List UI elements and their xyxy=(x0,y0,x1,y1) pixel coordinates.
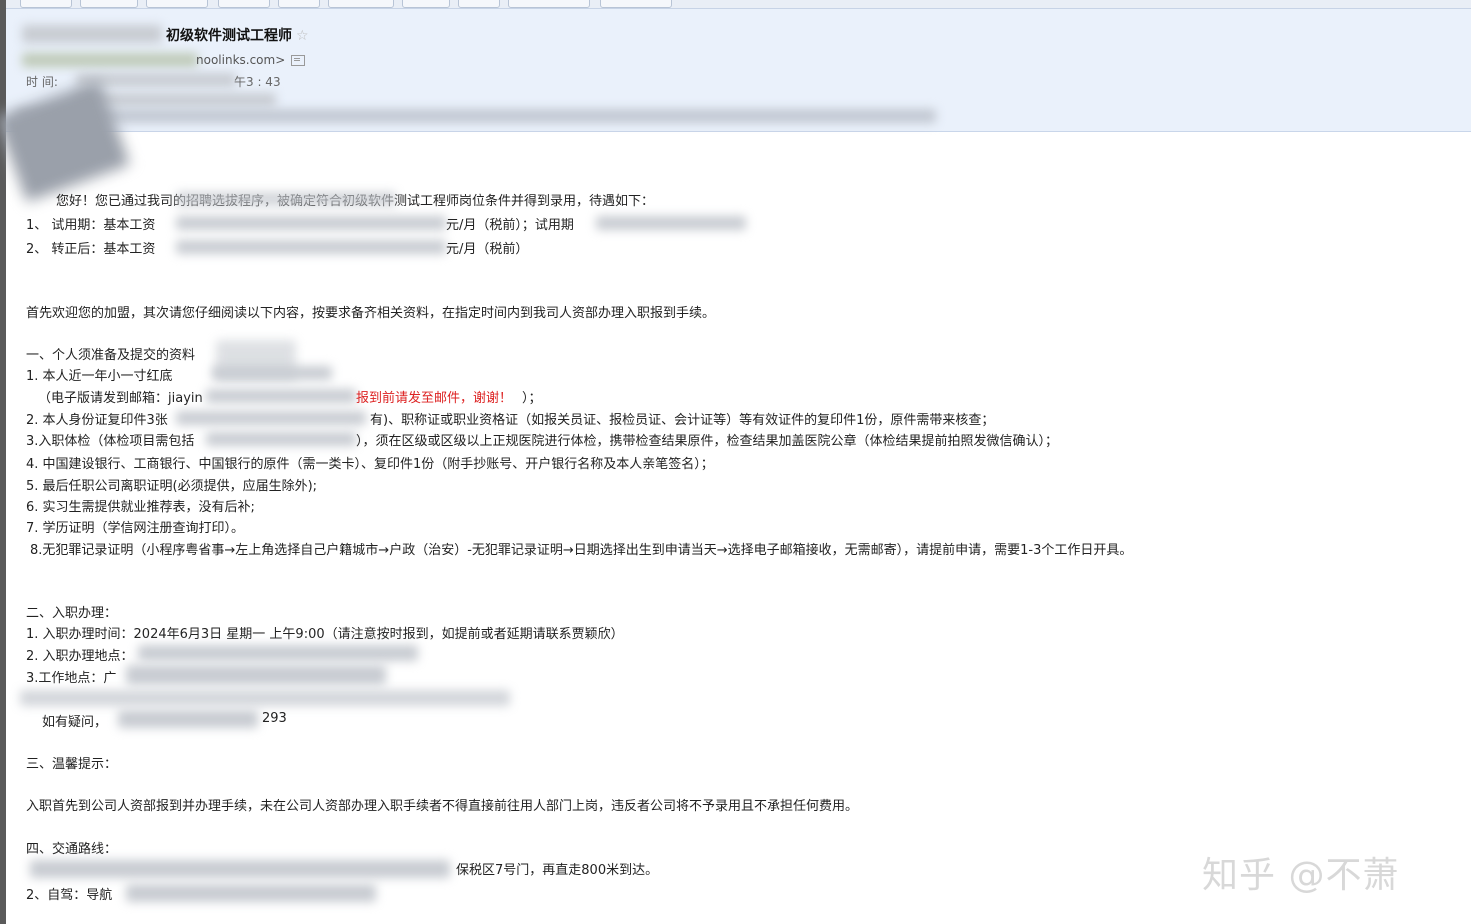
subject-text: 初级软件测试工程师 xyxy=(166,28,292,44)
contact-card-icon[interactable] xyxy=(291,55,306,66)
mail-header: 初级软件测试工程师 ☆ noolinks.com> 时 间: 午3 : 43 xyxy=(6,9,1471,132)
redacted-area xyxy=(206,389,356,403)
toolbar-button[interactable] xyxy=(328,0,394,8)
route-item-1-tail: 保税区7号门，再直走800米到达。 xyxy=(456,863,659,878)
toolbar-button[interactable] xyxy=(146,0,208,8)
redacted-area xyxy=(176,192,396,206)
salary-trial: 1、 试用期：基本工资 xyxy=(26,218,156,233)
time-value: 午3 : 43 xyxy=(234,73,281,90)
mail-subject: 初级软件测试工程师 ☆ xyxy=(166,25,309,45)
mail-toolbar xyxy=(6,0,1471,9)
sender-address[interactable]: noolinks.com> xyxy=(196,53,285,67)
req-item-6: 6. 实习生需提供就业推荐表，没有后补; xyxy=(26,500,255,515)
redacted-area xyxy=(176,411,366,425)
section4-title: 四、交通路线： xyxy=(26,842,118,857)
toolbar-button[interactable] xyxy=(20,0,72,8)
redacted-area xyxy=(118,710,258,728)
toolbar-button[interactable] xyxy=(600,0,672,8)
req-item-3-tail: ），须在区级或区级以上正规医院进行体检，携带检查结果原件，检查结果加盖医院公章（… xyxy=(356,434,1059,449)
salary-trial-tail: 元/月（税前）；试用期 xyxy=(446,218,574,233)
time-value-text: 午3 : 43 xyxy=(234,75,281,89)
toolbar-button[interactable] xyxy=(508,0,590,8)
redacted-area xyxy=(126,884,376,902)
contact-text: 如有疑问， xyxy=(42,715,108,730)
onboard-time: 1. 入职办理时间：2024年6月3日 星期一 上午9:00（请注意按时报到，如… xyxy=(26,627,624,642)
req-item-1: 1. 本人近一年小一寸红底 xyxy=(26,369,173,384)
req-item-4: 4. 中国建设银行、工商银行、中国银行的原件（需一类卡）、复印件1份（附手抄账号… xyxy=(26,457,714,472)
req-item-2-tail: 有)、职称证或职业资格证（如报关员证、报检员证、会计证等）等有效证件的复印件1份… xyxy=(370,413,995,428)
email-prefix: （电子版请发到邮箱：jiayin xyxy=(38,391,203,406)
toolbar-button[interactable] xyxy=(80,0,138,8)
toolbar-button[interactable] xyxy=(278,0,320,8)
section2-title: 二、入职办理： xyxy=(26,606,118,621)
redacted-area xyxy=(206,432,356,446)
redacted-area xyxy=(22,53,198,67)
redacted-area xyxy=(20,690,510,706)
redacted-area xyxy=(22,25,162,43)
zhihu-watermark: 知乎 @不萧 xyxy=(1202,855,1400,896)
req-item-1b-red: 报到前请发至邮件，谢谢！ xyxy=(356,391,513,406)
redacted-area xyxy=(176,240,446,254)
redacted-area xyxy=(212,366,332,380)
req-item-2: 2. 本人身份证复印件3张 xyxy=(26,413,168,428)
section3-title: 三、温馨提示： xyxy=(26,757,118,772)
work-location: 3.工作地点：广 xyxy=(26,671,117,686)
req-item-1b-suffix: ）； xyxy=(522,391,542,406)
redacted-area xyxy=(596,216,746,230)
welcome-text: 首先欢迎您的加盟，其次请您仔细阅读以下内容，按要求备齐相关资料，在指定时间内到我… xyxy=(26,306,716,321)
redacted-area xyxy=(176,216,446,230)
redacted-area xyxy=(138,645,418,661)
section1-title: 一、个人须准备及提交的资料 xyxy=(26,348,196,363)
req-item-8: 8.无犯罪记录证明（小程序粤省事→左上角选择自己户籍城市→户政（治安）-无犯罪记… xyxy=(30,543,1133,558)
redacted-area xyxy=(126,665,386,685)
req-item-3: 3.入职体检（体检项目需包括 xyxy=(26,434,195,449)
contact-tail: 293 xyxy=(262,711,287,726)
req-item-7: 7. 学历证明（学信网注册查询打印）。 xyxy=(26,521,245,536)
toolbar-button[interactable] xyxy=(402,0,450,8)
redacted-area xyxy=(16,109,936,123)
toolbar-button[interactable] xyxy=(458,0,500,8)
toolbar-button[interactable] xyxy=(218,0,270,8)
sender-line: noolinks.com> xyxy=(196,53,306,67)
req-item-1b: （电子版请发到邮箱：jiayin xyxy=(38,387,203,406)
redacted-area xyxy=(30,860,450,878)
salary-regular: 2、 转正后：基本工资 xyxy=(26,242,156,257)
route-item-2: 2、自驾：导航 xyxy=(26,888,113,903)
star-icon[interactable]: ☆ xyxy=(296,28,309,44)
section3-text: 入职首先到公司人资部报到并办理手续，未在公司人资部办理入职手续者不得直接前往用人… xyxy=(26,799,859,814)
time-label: 时 间: xyxy=(26,75,58,89)
salary-regular-tail: 元/月（税前） xyxy=(446,242,529,257)
onboard-location: 2. 入职办理地点： xyxy=(26,649,134,664)
req-item-5: 5. 最后任职公司离职证明(必须提供，应届生除外); xyxy=(26,479,318,494)
